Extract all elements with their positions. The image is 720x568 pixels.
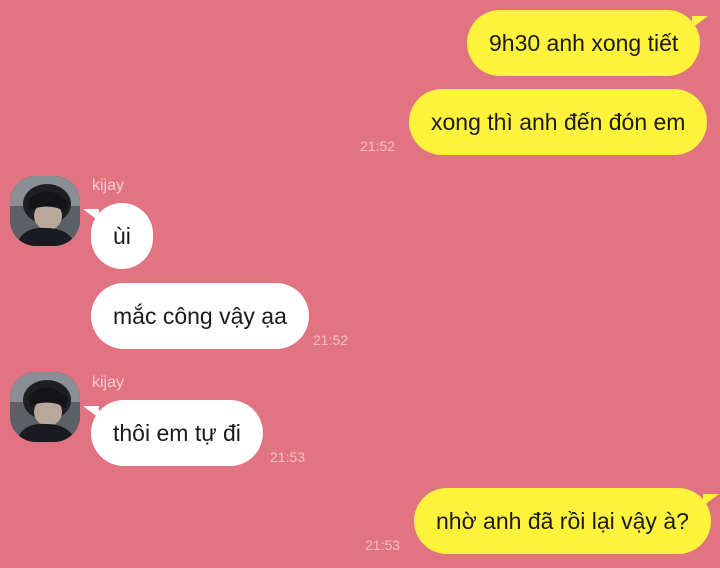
outgoing-message-bubble[interactable]: 9h30 anh xong tiết: [467, 10, 709, 76]
sender-name: kijay: [92, 374, 125, 391]
message-timestamp: 21:53: [270, 449, 306, 465]
incoming-message-bubble[interactable]: ùi: [83, 203, 153, 269]
incoming-message-bubble[interactable]: mắc công vậy ạa: [91, 283, 309, 349]
message-timestamp: 21:52: [360, 138, 396, 154]
sender-name: kijay: [92, 177, 125, 194]
message-timestamp: 21:53: [365, 537, 401, 553]
avatar[interactable]: [10, 372, 80, 442]
incoming-message-bubble[interactable]: thôi em tự đi: [83, 400, 263, 466]
outgoing-message-bubble[interactable]: xong thì anh đến đón em: [409, 89, 708, 155]
message-timestamp: 21:52: [313, 332, 349, 348]
avatar[interactable]: [10, 176, 80, 246]
chat-thread: 9h30 anh xong tiết xong thì anh đến đón …: [0, 0, 720, 568]
outgoing-message-bubble[interactable]: nhờ anh đã rồi lại vậy à?: [414, 488, 719, 554]
profile-photo-icon: [10, 176, 80, 246]
profile-photo-icon: [10, 372, 80, 442]
